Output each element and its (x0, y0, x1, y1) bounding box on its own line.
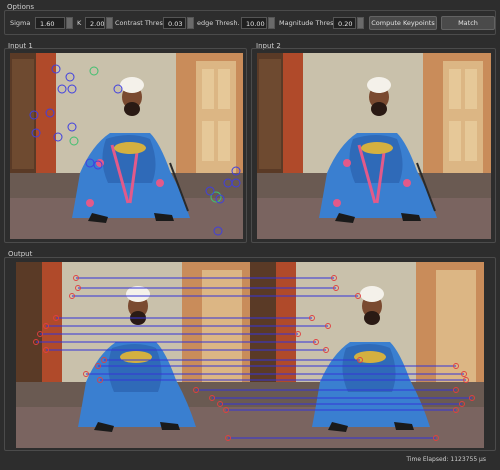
sigma-spin-button[interactable] (66, 17, 73, 29)
sigma-label: Sigma (10, 19, 31, 27)
input1-image (10, 53, 243, 239)
magnitude-thresh-label: Magnitude Thresh. (279, 19, 340, 27)
edge-thresh-field[interactable]: 10.00 (241, 17, 267, 29)
photo-scene (10, 53, 243, 239)
output-right-photo (250, 262, 484, 448)
match-button[interactable]: Match (441, 16, 495, 30)
edge-thresh-label: edge Thresh. (197, 19, 240, 27)
contrast-thresh-label: Contrast Thresh (115, 19, 167, 27)
magnitude-thresh-field[interactable]: 0.20 (333, 17, 356, 29)
contrast-thresh-spin-button[interactable] (187, 17, 194, 29)
options-row: Sigma 1.60 K 2.00 Contrast Thresh 0.03 e… (7, 16, 497, 31)
output-canvas (16, 262, 484, 448)
input2-canvas (257, 53, 491, 239)
k-label: K (77, 19, 82, 27)
input1-canvas (10, 53, 243, 239)
output-left-photo (16, 262, 250, 448)
k-spin-button[interactable] (106, 17, 113, 29)
k-field[interactable]: 2.00 (85, 17, 105, 29)
magnitude-thresh-spin-button[interactable] (357, 17, 364, 29)
input2-image (257, 53, 491, 239)
time-elapsed-status: Time Elapsed: 1123755 µs (406, 456, 486, 463)
sigma-field[interactable]: 1.60 (35, 17, 65, 29)
photo-scene (257, 53, 491, 239)
compute-keypoints-button[interactable]: Compute Keypoints (369, 16, 437, 30)
edge-thresh-spin-button[interactable] (268, 17, 275, 29)
output-image (16, 262, 484, 448)
contrast-thresh-field[interactable]: 0.03 (163, 17, 186, 29)
